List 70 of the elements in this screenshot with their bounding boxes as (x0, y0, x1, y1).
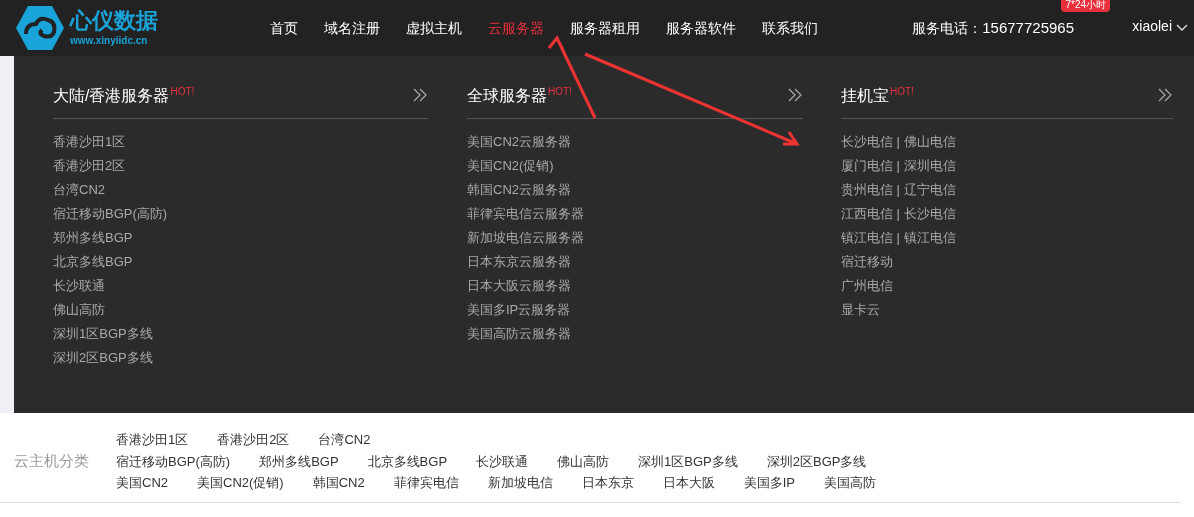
menu-item[interactable]: 香港沙田1区 (53, 130, 428, 154)
category-link[interactable]: 北京多线BGP (367, 450, 448, 472)
menu-item[interactable]: 菲律宾电信云服务器 (467, 202, 803, 226)
menu-column-title[interactable]: 全球服务器 (467, 84, 547, 108)
menu-item[interactable]: 镇江电信 | 镇江电信 (841, 226, 1173, 250)
menu-item[interactable]: 韩国CN2云服务器 (467, 178, 803, 202)
menu-item[interactable]: 贵州电信 | 辽宁电信 (841, 178, 1173, 202)
menu-column-title[interactable]: 大陆/香港服务器 (53, 84, 170, 108)
double-chevron-right-icon[interactable] (787, 88, 803, 102)
category-link[interactable]: 美国CN2(促销) (197, 472, 284, 494)
menu-item[interactable]: 深圳1区BGP多线 (53, 322, 428, 346)
nav-link[interactable]: 服务器租用 (570, 17, 640, 39)
nav-link[interactable]: 云服务器 (488, 17, 544, 39)
cloud-logo-icon (14, 4, 66, 52)
category-link[interactable]: 新加坡电信 (487, 472, 553, 494)
menu-item[interactable]: 厦门电信 | 深圳电信 (841, 154, 1173, 178)
category-link[interactable]: 香港沙田2区 (217, 429, 290, 451)
menu-item[interactable]: 广州电信 (841, 274, 1173, 298)
category-link[interactable]: 日本东京 (581, 472, 634, 494)
username[interactable]: xiaolei (1132, 16, 1172, 37)
category-label: 云主机分类 (14, 451, 90, 471)
menu-item[interactable]: 江西电信 | 长沙电信 (841, 202, 1173, 226)
category-link[interactable]: 佛山高防 (557, 450, 610, 472)
menu-item[interactable]: 北京多线BGP (53, 250, 428, 274)
category-link[interactable]: 美国CN2 (116, 472, 168, 494)
category-link[interactable]: 台湾CN2 (318, 429, 371, 451)
menu-item[interactable]: 显卡云 (841, 298, 1173, 322)
hot-tag: HOT! (890, 84, 914, 99)
menu-item[interactable]: 宿迁移动BGP(高防) (53, 202, 428, 226)
category-link[interactable]: 宿迁移动BGP(高防) (116, 450, 231, 472)
menu-item[interactable]: 长沙联通 (53, 274, 428, 298)
double-chevron-right-icon[interactable] (1157, 88, 1173, 102)
phone-label: 服务电话： (912, 18, 983, 38)
nav-link[interactable]: 域名注册 (324, 17, 380, 39)
category-link[interactable]: 日本大阪 (662, 472, 715, 494)
menu-item[interactable]: 美国高防云服务器 (467, 322, 803, 346)
category-link[interactable]: 菲律宾电信 (393, 472, 459, 494)
service-hours-badge: 7*24小时 (1061, 0, 1110, 12)
menu-item[interactable]: 日本东京云服务器 (467, 250, 803, 274)
category-link[interactable]: 长沙联通 (476, 450, 529, 472)
menu-item[interactable]: 台湾CN2 (53, 178, 428, 202)
menu-item[interactable]: 美国CN2云服务器 (467, 130, 803, 154)
menu-item[interactable]: 香港沙田2区 (53, 154, 428, 178)
category-link[interactable]: 韩国CN2 (312, 472, 365, 494)
category-link[interactable]: 美国多IP (743, 472, 795, 494)
logo-url: www.xinyiidc.cn (70, 36, 149, 46)
menu-item[interactable]: 长沙电信 | 佛山电信 (841, 130, 1173, 154)
nav-link[interactable]: 服务器软件 (666, 17, 736, 39)
nav-link[interactable]: 首页 (270, 17, 298, 39)
menu-column-title[interactable]: 挂机宝 (841, 84, 889, 108)
nav-link[interactable]: 虚拟主机 (406, 17, 462, 39)
double-chevron-right-icon[interactable] (412, 88, 428, 102)
category-link[interactable]: 美国高防 (824, 472, 876, 494)
hot-tag: HOT! (170, 84, 195, 99)
menu-item[interactable]: 佛山高防 (53, 298, 428, 322)
category-link[interactable]: 香港沙田1区 (116, 429, 189, 451)
phone-number: 15677725965 (982, 17, 1074, 38)
menu-item[interactable]: 深圳2区BGP多线 (53, 346, 428, 370)
menu-item[interactable]: 美国多IP云服务器 (467, 298, 803, 322)
hot-tag: HOT! (548, 84, 572, 99)
menu-item[interactable]: 新加坡电信云服务器 (467, 226, 803, 250)
nav-link[interactable]: 联系我们 (762, 17, 818, 39)
category-link[interactable]: 郑州多线BGP (259, 450, 339, 472)
category-link[interactable]: 深圳1区BGP多线 (638, 450, 738, 472)
menu-item[interactable]: 郑州多线BGP (53, 226, 428, 250)
menu-item[interactable]: 日本大阪云服务器 (467, 274, 803, 298)
menu-item[interactable]: 宿迁移动 (841, 250, 1173, 274)
menu-item[interactable]: 美国CN2(促销) (467, 154, 803, 178)
category-link[interactable]: 深圳2区BGP多线 (766, 450, 867, 472)
logo-name: 心仪数据 (70, 10, 158, 32)
